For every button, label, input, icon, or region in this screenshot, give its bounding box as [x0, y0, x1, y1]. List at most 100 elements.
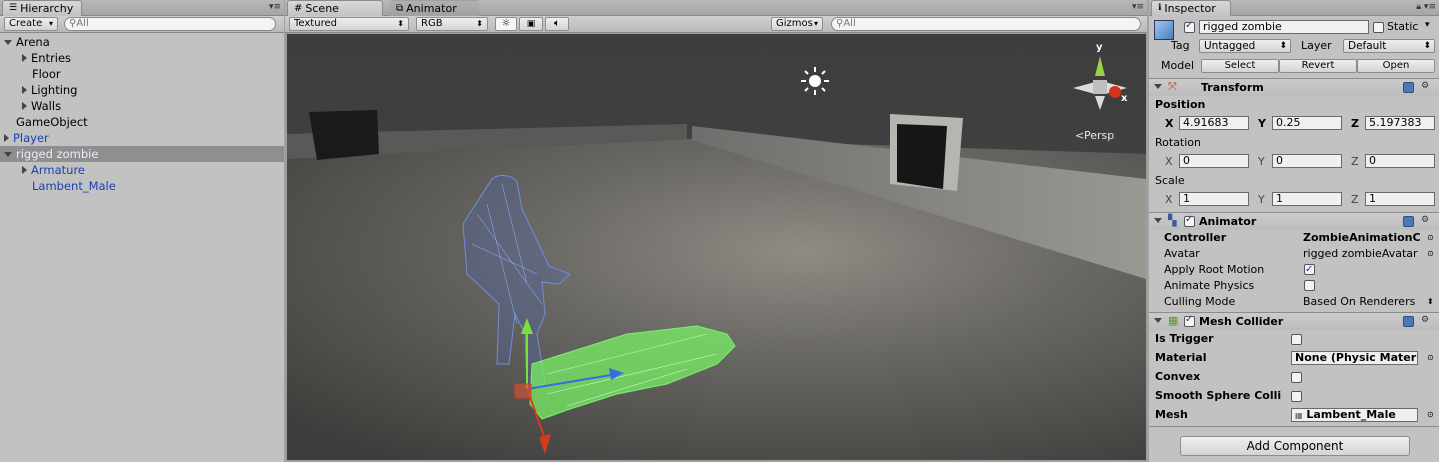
scale-z-label: Z: [1351, 193, 1359, 206]
add-component-button[interactable]: Add Component: [1180, 436, 1410, 456]
help-icon[interactable]: [1403, 316, 1414, 327]
foldout-arrow-icon[interactable]: [1154, 218, 1162, 223]
object-picker-icon[interactable]: ⊙: [1427, 350, 1434, 366]
create-label: Create: [9, 18, 43, 29]
static-label: Static: [1387, 20, 1419, 33]
render-mode-label: Textured: [294, 18, 337, 29]
is-trigger-checkbox[interactable]: [1291, 334, 1302, 345]
render-mode-dropdown[interactable]: Textured ⬍: [289, 17, 409, 31]
tree-item-arena[interactable]: Arena: [0, 34, 284, 50]
tab-inspector[interactable]: ℹ Inspector: [1151, 0, 1231, 16]
gizmos-dropdown[interactable]: Gizmos ▾: [771, 17, 823, 31]
hierarchy-search-input[interactable]: ⚲All: [64, 17, 276, 31]
tree-item-floor[interactable]: Floor: [0, 66, 284, 82]
transform-icon: ⤧: [1168, 80, 1177, 93]
tab-animator[interactable]: ⧉ Animator: [389, 0, 479, 16]
expand-arrow-icon[interactable]: [4, 152, 12, 157]
rotation-x-field[interactable]: 0: [1179, 154, 1249, 168]
scene-search-input[interactable]: ⚲All: [831, 17, 1141, 31]
gear-icon[interactable]: ⚙: [1421, 215, 1429, 225]
dropdown-arrows-icon[interactable]: ⬍: [1427, 294, 1434, 310]
active-checkbox[interactable]: [1184, 20, 1195, 33]
tree-item-lambent-male[interactable]: Lambent_Male: [0, 178, 284, 194]
light-icon[interactable]: [801, 67, 829, 95]
apply-root-motion-checkbox[interactable]: [1304, 262, 1315, 278]
scale-label: Scale: [1155, 174, 1185, 187]
rotation-x-label: X: [1165, 155, 1173, 168]
collapse-arrow-icon[interactable]: [4, 134, 9, 142]
help-icon[interactable]: [1403, 216, 1414, 227]
scale-x-field[interactable]: 1: [1179, 192, 1249, 206]
object-picker-icon[interactable]: ⊙: [1427, 246, 1434, 262]
panel-menu-icon[interactable]: ▾≡: [269, 1, 281, 14]
is-trigger-row: Is Trigger: [1149, 331, 1439, 347]
foldout-arrow-icon[interactable]: [1154, 318, 1162, 323]
position-z-field[interactable]: 5.197383: [1365, 116, 1435, 130]
panel-menu-icon[interactable]: ▾≡: [1132, 1, 1144, 14]
tree-item-label: Player: [13, 131, 49, 145]
persp-label[interactable]: Persp: [1084, 129, 1114, 142]
panel-menu-icon[interactable]: 🔒︎ ▾≡: [1416, 1, 1436, 14]
model-select-button[interactable]: Select: [1201, 59, 1279, 73]
avatar-value[interactable]: rigged zombieAvatar: [1303, 246, 1425, 262]
create-button[interactable]: Create ▾: [4, 17, 58, 31]
position-x-field[interactable]: 4.91683: [1179, 116, 1249, 130]
transform-header[interactable]: ⤧ Transform ⚙: [1149, 78, 1439, 96]
mesh-field[interactable]: ▦ Lambent_Male: [1291, 408, 1418, 422]
image-toggle[interactable]: ▣: [519, 17, 543, 31]
tree-item-armature[interactable]: Armature: [0, 162, 284, 178]
collapse-arrow-icon[interactable]: [22, 86, 27, 94]
animate-physics-checkbox[interactable]: [1304, 280, 1315, 291]
model-open-button[interactable]: Open: [1357, 59, 1435, 73]
animator-header[interactable]: ▚ Animator ⚙: [1149, 212, 1439, 230]
audio-toggle[interactable]: 🔈︎: [545, 17, 569, 31]
tree-item-entries[interactable]: Entries: [0, 50, 284, 66]
tree-item-walls[interactable]: Walls: [0, 98, 284, 114]
controller-value[interactable]: ZombieAnimationC: [1303, 230, 1425, 246]
gameobject-name-field[interactable]: rigged zombie: [1199, 20, 1369, 34]
position-y-field[interactable]: 0.25: [1272, 116, 1342, 130]
convex-checkbox[interactable]: [1291, 372, 1302, 383]
gear-icon[interactable]: ⚙: [1421, 315, 1429, 325]
gear-icon[interactable]: ⚙: [1421, 81, 1429, 91]
animator-enabled-checkbox[interactable]: [1184, 214, 1195, 227]
dropdown-arrows-icon: ⬍: [397, 19, 404, 28]
tree-item-rigged-zombie[interactable]: rigged zombie: [0, 146, 284, 162]
collapse-arrow-icon[interactable]: [22, 54, 27, 62]
object-picker-icon[interactable]: ⊙: [1427, 407, 1434, 423]
animator-title: Animator: [1199, 215, 1257, 228]
tree-item-player[interactable]: Player: [0, 130, 284, 146]
scene-viewport[interactable]: y x < Persp: [287, 34, 1146, 460]
tab-scene[interactable]: # Scene: [287, 0, 383, 16]
smooth-sphere-checkbox[interactable]: [1291, 391, 1302, 402]
dropdown-arrow-icon: ▾: [813, 19, 818, 28]
mesh-collider-enabled-checkbox[interactable]: [1184, 314, 1195, 327]
mesh-collider-header[interactable]: ▦ Mesh Collider ⚙: [1149, 312, 1439, 330]
object-picker-icon[interactable]: ⊙: [1427, 230, 1434, 246]
scale-z-field[interactable]: 1: [1365, 192, 1435, 206]
color-mode-dropdown[interactable]: RGB ⬍: [416, 17, 488, 31]
material-label: Material: [1155, 351, 1207, 364]
static-dropdown-icon[interactable]: ▾: [1425, 20, 1430, 30]
collapse-arrow-icon[interactable]: [22, 102, 27, 110]
help-icon[interactable]: [1403, 82, 1414, 93]
culling-mode-dropdown[interactable]: Based On Renderers: [1303, 294, 1415, 310]
tree-item-gameobject[interactable]: GameObject: [0, 114, 284, 130]
rotation-z-field[interactable]: 0: [1365, 154, 1435, 168]
scale-y-field[interactable]: 1: [1272, 192, 1342, 206]
tab-hierarchy[interactable]: ☰ Hierarchy: [2, 0, 82, 16]
model-revert-button[interactable]: Revert: [1279, 59, 1357, 73]
tree-item-label: Lambent_Male: [32, 179, 116, 193]
static-checkbox[interactable]: [1373, 22, 1384, 33]
foldout-arrow-icon[interactable]: [1154, 84, 1162, 89]
mesh-collider-title: Mesh Collider: [1199, 315, 1284, 328]
tag-dropdown[interactable]: Untagged: [1199, 39, 1291, 53]
layer-dropdown[interactable]: Default: [1343, 39, 1435, 53]
search-placeholder: All: [843, 18, 856, 29]
material-field[interactable]: None (Physic Mater: [1291, 351, 1418, 365]
rotation-y-field[interactable]: 0: [1272, 154, 1342, 168]
collapse-arrow-icon[interactable]: [22, 166, 27, 174]
lighting-toggle[interactable]: ☼: [495, 17, 517, 31]
expand-arrow-icon[interactable]: [4, 40, 12, 45]
tree-item-lighting[interactable]: Lighting: [0, 82, 284, 98]
